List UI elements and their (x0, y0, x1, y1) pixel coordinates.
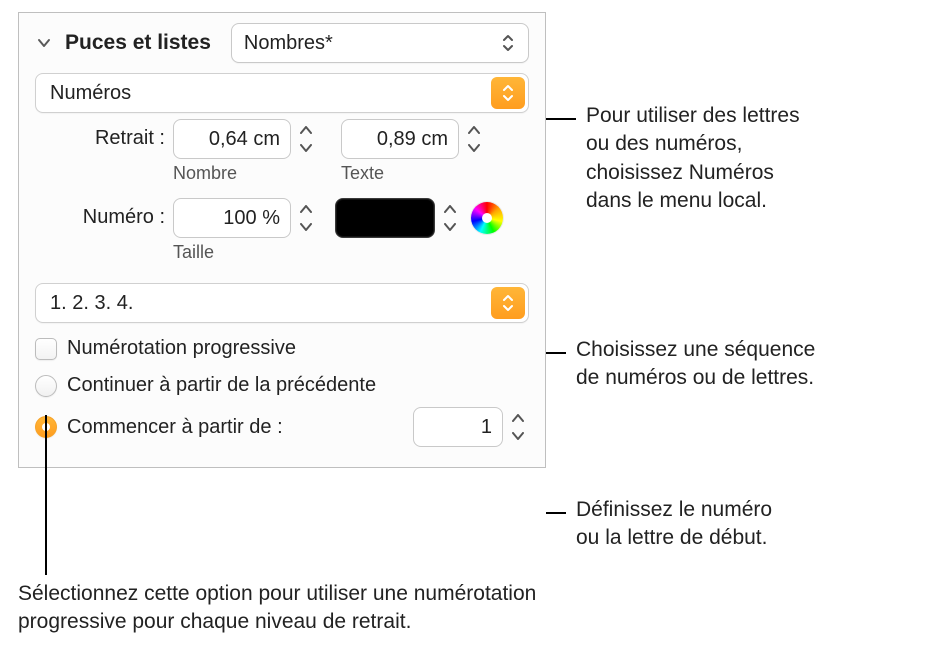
indent-number-field[interactable]: 0,64 cm (173, 119, 291, 159)
popup-cap-chevrons-icon (491, 77, 525, 109)
leader-line (546, 118, 576, 120)
indent-text-value: 0,89 cm (377, 128, 448, 151)
stepper-down-icon[interactable] (295, 218, 317, 236)
indent-label: Retrait : (35, 119, 173, 150)
numero-color-stepper[interactable] (439, 198, 461, 238)
stepper-down-icon[interactable] (439, 218, 461, 236)
numero-color-swatch[interactable] (335, 198, 435, 238)
indent-row: Retrait : 0,64 cm Nombre 0,89 cm (35, 119, 529, 184)
sequence-popup-value: 1. 2. 3. 4. (50, 292, 133, 315)
puces-et-listes-panel: Puces et listes Nombres* Numéros Retrait… (18, 12, 546, 468)
annotation-number-type: Pour utiliser des lettres ou des numéros… (586, 102, 800, 215)
stepper-down-icon[interactable] (507, 427, 529, 445)
annotation-start-number: Définissez le numéro ou la lettre de déb… (576, 496, 772, 553)
indent-text-stepper[interactable] (463, 119, 485, 159)
indent-number-value: 0,64 cm (209, 128, 280, 151)
section-header-row: Puces et listes Nombres* (35, 23, 529, 63)
chevrons-updown-icon (494, 29, 522, 57)
numero-size-group: 100 % Taille (173, 198, 317, 263)
stepper-up-icon[interactable] (507, 409, 529, 427)
section-title: Puces et listes (65, 31, 211, 55)
list-style-dropdown-value: Nombres* (244, 32, 333, 55)
indent-text-group: 0,89 cm Texte (341, 119, 485, 184)
stepper-up-icon[interactable] (439, 200, 461, 218)
startfrom-radio-row: Commencer à partir de : 1 (35, 407, 529, 447)
color-wheel-icon[interactable] (471, 202, 503, 234)
indent-text-field[interactable]: 0,89 cm (341, 119, 459, 159)
progressive-checkbox-label: Numérotation progressive (67, 337, 296, 360)
stepper-down-icon[interactable] (295, 139, 317, 157)
progressive-checkbox[interactable] (35, 338, 57, 360)
startfrom-stepper[interactable] (507, 407, 529, 447)
stepper-down-icon[interactable] (463, 139, 485, 157)
leader-line (45, 415, 47, 575)
leader-line (546, 512, 566, 514)
progressive-checkbox-row: Numérotation progressive (35, 337, 529, 360)
numero-size-stepper[interactable] (295, 198, 317, 238)
indent-text-sublabel: Texte (341, 163, 485, 184)
indent-number-group: 0,64 cm Nombre (173, 119, 317, 184)
sequence-popup[interactable]: 1. 2. 3. 4. (35, 283, 529, 323)
startfrom-value: 1 (481, 416, 492, 439)
startfrom-radio-label: Commencer à partir de : (67, 416, 283, 439)
popup-cap-chevrons-icon (491, 287, 525, 319)
numero-label: Numéro : (35, 198, 173, 229)
annotation-progressive: Sélectionnez cette option pour utiliser … (18, 580, 536, 637)
indent-number-sublabel: Nombre (173, 163, 317, 184)
continue-radio-row: Continuer à partir de la précédente (35, 374, 529, 397)
leader-line (546, 352, 566, 354)
continue-radio-label: Continuer à partir de la précédente (67, 374, 376, 397)
stepper-up-icon[interactable] (463, 121, 485, 139)
annotation-sequence: Choisissez une séquence de numéros ou de… (576, 336, 815, 393)
numero-size-sublabel: Taille (173, 242, 317, 263)
disclosure-chevron-icon[interactable] (35, 34, 53, 52)
continue-radio[interactable] (35, 375, 57, 397)
numero-size-field[interactable]: 100 % (173, 198, 291, 238)
numero-row: Numéro : 100 % Taille (35, 198, 529, 263)
stepper-up-icon[interactable] (295, 121, 317, 139)
numero-size-value: 100 % (223, 207, 280, 230)
list-style-dropdown[interactable]: Nombres* (231, 23, 529, 63)
indent-number-stepper[interactable] (295, 119, 317, 159)
stepper-up-icon[interactable] (295, 200, 317, 218)
number-type-popup-value: Numéros (50, 82, 131, 105)
startfrom-field[interactable]: 1 (413, 407, 503, 447)
number-type-popup[interactable]: Numéros (35, 73, 529, 113)
